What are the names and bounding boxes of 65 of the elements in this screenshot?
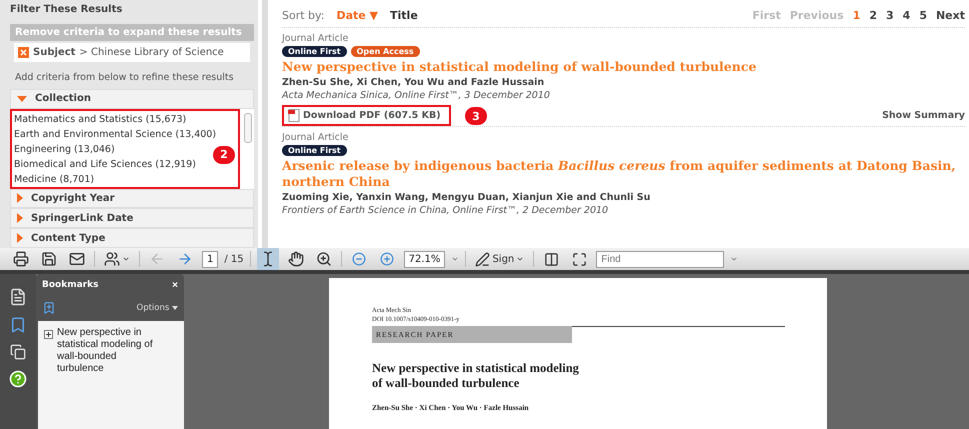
close-button[interactable]: ×	[172, 280, 178, 291]
status-badge: Online First	[282, 46, 347, 57]
pages-icon[interactable]	[9, 288, 27, 306]
panel-title: Filter These Results	[10, 4, 124, 17]
collection-item[interactable]: Engineering (13,046)	[14, 142, 115, 157]
page-link[interactable]: Next	[936, 9, 965, 22]
section-header[interactable]: Collection	[10, 88, 254, 109]
expand-icon[interactable]	[44, 330, 53, 339]
new-bookmark-icon[interactable]	[42, 301, 56, 315]
minus-icon	[352, 252, 366, 266]
caret-icon	[516, 255, 524, 263]
collection-item[interactable]: Medicine (8,701)	[14, 172, 94, 187]
page-link[interactable]: 3	[886, 9, 894, 22]
pen-icon	[475, 252, 490, 266]
criterion-value: > Chinese Library of Science	[79, 46, 224, 58]
sort-label: Sort by:	[282, 9, 324, 22]
expand-icon	[572, 252, 587, 266]
attachments-icon[interactable]	[10, 344, 26, 360]
collection-item[interactable]: Mathematics and Statistics (15,673)	[14, 112, 186, 127]
collection-item[interactable]: Biomedical and Life Sciences (12,919)	[14, 156, 196, 172]
callout-number: 2	[212, 144, 236, 165]
people-icon	[104, 251, 120, 267]
help-icon[interactable]	[9, 370, 27, 388]
page-link[interactable]: 4	[902, 9, 910, 22]
status-badge: Open Access	[350, 46, 420, 57]
page-number-field[interactable]: 1	[202, 250, 218, 268]
plus-icon	[380, 252, 394, 266]
expanded-triangle-icon	[17, 96, 27, 102]
remove-icon[interactable]	[18, 46, 29, 58]
select-tool-button[interactable]	[256, 248, 279, 270]
article-type: Journal Article	[282, 132, 350, 143]
dropdown-caret-icon[interactable]	[451, 255, 460, 263]
status-badge: Online First	[282, 145, 347, 156]
document-title: New perspective in statistical modeling of wall-bounded turbulence	[372, 361, 580, 391]
article-authors: Zhen-Su She, Xi Chen, You Wu and Fazle Hussain	[282, 77, 546, 88]
dropdown-caret-icon[interactable]	[730, 255, 738, 263]
find-field[interactable]: Find	[596, 250, 724, 268]
scrollbar-thumb[interactable]	[244, 112, 252, 143]
refine-hint: Add criteria from below to refine these results	[14, 70, 235, 85]
article-authors: Zuoming Xie, Yanxin Wang, Mengyu Duan, Xianjun Xie and Chunli Su	[282, 192, 652, 203]
callout-number: 3	[464, 106, 488, 126]
options-button[interactable]: Options	[136, 303, 178, 313]
bookmark-icon[interactable]	[9, 316, 27, 334]
zoom-field[interactable]: 72.1%	[404, 250, 446, 268]
sort-option[interactable]: Title	[390, 9, 418, 22]
caret-icon	[172, 306, 178, 310]
page-total: / 15	[224, 254, 244, 264]
article-source: Frontiers of Earth Science in China, Online First™, 2 December 2010	[282, 205, 610, 216]
remove-criteria-header: Remove criteria to expand these results	[10, 24, 254, 41]
section-header[interactable]: Copyright Year	[10, 188, 254, 208]
panel-title: Bookmarks	[42, 280, 98, 291]
show-summary-link[interactable]: Show Summary	[882, 110, 965, 121]
collection-item[interactable]: Earth and Environmental Science (13,400)	[14, 126, 216, 142]
pdf-file-icon	[288, 109, 300, 122]
columns-icon	[544, 252, 559, 266]
article-type: Journal Article	[282, 33, 350, 44]
criterion-field: Subject	[33, 46, 76, 58]
sign-button[interactable]: Sign	[472, 248, 528, 270]
section-header[interactable]: SpringerLink Date	[10, 208, 254, 228]
section-header[interactable]: Content Type	[10, 228, 254, 248]
download-pdf-link[interactable]: Download PDF (607.5 KB)	[282, 105, 451, 126]
caret-icon	[122, 255, 130, 263]
article-source: Acta Mechanica Sinica, Online First™, 3 December 2010	[282, 90, 551, 101]
page-link[interactable]: 5	[919, 9, 927, 22]
page-link[interactable]: 2	[869, 9, 877, 22]
